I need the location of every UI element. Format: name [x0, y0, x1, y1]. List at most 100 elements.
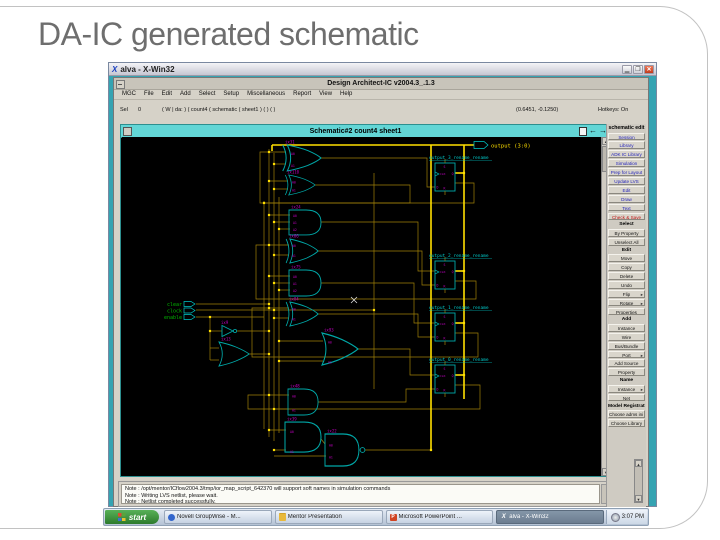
svg-text:A1: A1: [290, 450, 294, 454]
taskbar-task-microsoft-powerpoint[interactable]: P Microsoft PowerPoint ...: [385, 510, 494, 524]
svg-text:A1: A1: [291, 164, 295, 168]
palette-select: Select: [619, 222, 634, 228]
groupwise-icon: [168, 513, 175, 521]
svg-text:A0: A0: [292, 181, 296, 185]
svg-text:A2: A2: [293, 228, 297, 232]
menu-mgc[interactable]: MGC: [118, 91, 140, 97]
selection-label: Sel: [120, 107, 128, 113]
x-cursor: [350, 296, 358, 304]
palette-by-property[interactable]: By Property: [608, 228, 645, 237]
palette-instance[interactable]: Instance: [608, 323, 645, 332]
schematic-window-menu-icon[interactable]: [123, 126, 132, 136]
submenu-arrow-icon: ▸: [640, 291, 643, 297]
tray-status-icon[interactable]: [610, 512, 620, 522]
palette-bus-bundle[interactable]: Bus/Bundle: [608, 341, 645, 350]
palette-update-lvs[interactable]: Update LVS: [608, 176, 645, 185]
svg-text:A1: A1: [293, 282, 297, 286]
menu-help[interactable]: Help: [336, 91, 356, 97]
palette-session[interactable]: Session: [608, 132, 645, 141]
taskbar-task-mentor-presentation[interactable]: Mentor Presentation: [274, 510, 383, 524]
palette-add-source[interactable]: Add Source: [608, 359, 645, 368]
menu-file[interactable]: File: [140, 91, 158, 97]
svg-text:ix110: ix110: [287, 170, 300, 175]
wire-junctions: [208, 150, 466, 452]
submenu-arrow-icon: ▸: [640, 386, 643, 392]
cursor-coordinates: (0.6451, -0.1250): [516, 107, 559, 113]
sheet-icon[interactable]: [579, 126, 587, 136]
palette-properties[interactable]: Properties: [608, 307, 645, 316]
palette-scrollbar[interactable]: ▲ ▼: [634, 459, 643, 503]
restore-button[interactable]: ❐: [633, 64, 643, 74]
svg-text:A1: A1: [329, 456, 333, 460]
palette-library[interactable]: Library: [608, 141, 645, 150]
palette-scroll-down-icon[interactable]: ▼: [635, 495, 642, 502]
palette-text[interactable]: Text: [608, 203, 645, 212]
menu-setup[interactable]: Setup: [219, 91, 243, 97]
menu-edit[interactable]: Edit: [158, 91, 176, 97]
palette-move[interactable]: Move: [608, 254, 645, 262]
transcript-box: Note : /opt/mentor/ICflow2004.3/tmp/ior_…: [121, 484, 600, 504]
xwin32-title: alva - X-Win32: [120, 64, 175, 74]
xwin32-app-icon: X: [112, 64, 118, 74]
submenu-arrow-icon: ▸: [640, 352, 643, 358]
task-label: Novell GroupWise - M...: [177, 514, 241, 520]
palette-choose-adms-ini-file[interactable]: Choose adms ini File: [608, 410, 645, 418]
palette-unselect-all[interactable]: Unselect All: [608, 237, 645, 246]
menu-add[interactable]: Add: [176, 91, 195, 97]
palette-delete[interactable]: Delete: [608, 271, 645, 280]
schematic-canvas[interactable]: S CLK D Q R: [122, 137, 601, 476]
palette-net[interactable]: Net: [608, 393, 645, 402]
palette-check-save[interactable]: Check & Save: [608, 212, 645, 221]
taskbar-clock: 3:07 PM: [621, 514, 644, 520]
menu-select[interactable]: Select: [195, 91, 220, 97]
dff-instance: [434, 308, 456, 346]
palette-property[interactable]: Property: [608, 368, 645, 377]
palette-copy[interactable]: Copy: [608, 263, 645, 271]
window-menu-icon[interactable]: [116, 80, 125, 89]
note-line: Note : Netlist completed successfully.: [125, 499, 216, 504]
menu-miscellaneous[interactable]: Miscellaneous: [243, 91, 289, 97]
palette-model-registration: Model Registration: [608, 403, 645, 409]
xwin32-titlebar[interactable]: X alva - X-Win32 ▁ ❐ ✕: [109, 63, 656, 76]
palette-wire[interactable]: Wire: [608, 332, 645, 341]
palette-scroll-up-icon[interactable]: ▲: [635, 460, 642, 467]
palette-undo[interactable]: Undo: [608, 280, 645, 289]
taskbar-task-alva-x-win32[interactable]: Xalva - X-Win32: [496, 510, 604, 524]
svg-text:A0: A0: [328, 341, 332, 345]
prev-sheet-icon[interactable]: ←: [589, 127, 597, 135]
palette-edit[interactable]: Edit: [608, 185, 645, 194]
palette-draw[interactable]: Draw: [608, 194, 645, 203]
close-button[interactable]: ✕: [644, 64, 654, 74]
palette-items: Session Library ADK IC Library Simulation Pr…: [608, 132, 645, 427]
da-title: Design Architect-IC v2004.3_.1.3: [327, 80, 435, 87]
system-tray: 3:07 PM: [606, 510, 647, 524]
slide: DA-IC generated schematic X alva - X-Win…: [0, 0, 720, 540]
hotkeys-status: Hotkeys: On: [598, 107, 629, 113]
palette-title: schematic edit: [608, 125, 645, 131]
palette-instance[interactable]: Instance ▸: [608, 384, 645, 393]
svg-text:ix31: ix31: [285, 140, 295, 145]
palette-simulation[interactable]: Simulation: [608, 159, 645, 167]
palette-choose-library[interactable]: Choose Library: [608, 418, 645, 427]
svg-text:A1: A1: [292, 318, 296, 322]
windows-flag-icon: [117, 513, 126, 521]
taskbar-task-novell-groupwise-m[interactable]: Novell GroupWise - M...: [164, 510, 272, 524]
palette-port[interactable]: Port ▸: [608, 350, 645, 359]
menu-view[interactable]: View: [315, 91, 336, 97]
svg-text:output (3:0): output (3:0): [491, 144, 531, 150]
svg-text:A0: A0: [292, 395, 296, 399]
schematic-wires: [196, 149, 481, 457]
output-port: output (3:0): [473, 141, 531, 150]
start-button[interactable]: start: [105, 510, 159, 524]
palette-flip[interactable]: Flip ▸: [608, 289, 645, 298]
palette-rotate[interactable]: Rotate ▸: [608, 298, 645, 307]
svg-text:ix66: ix66: [289, 234, 299, 239]
svg-text:ix75: ix75: [291, 265, 301, 270]
svg-text:output_1_rename_rename: output_1_rename_rename: [429, 305, 489, 311]
palette-prep-for-layout[interactable]: Prep for Layout: [608, 168, 645, 176]
palette-adk-ic-library[interactable]: ADK IC Library: [608, 150, 645, 159]
svg-text:A0: A0: [293, 214, 297, 218]
palette-add: Add: [621, 317, 632, 323]
menu-report[interactable]: Report: [289, 91, 315, 97]
minimize-button[interactable]: ▁: [622, 64, 632, 74]
